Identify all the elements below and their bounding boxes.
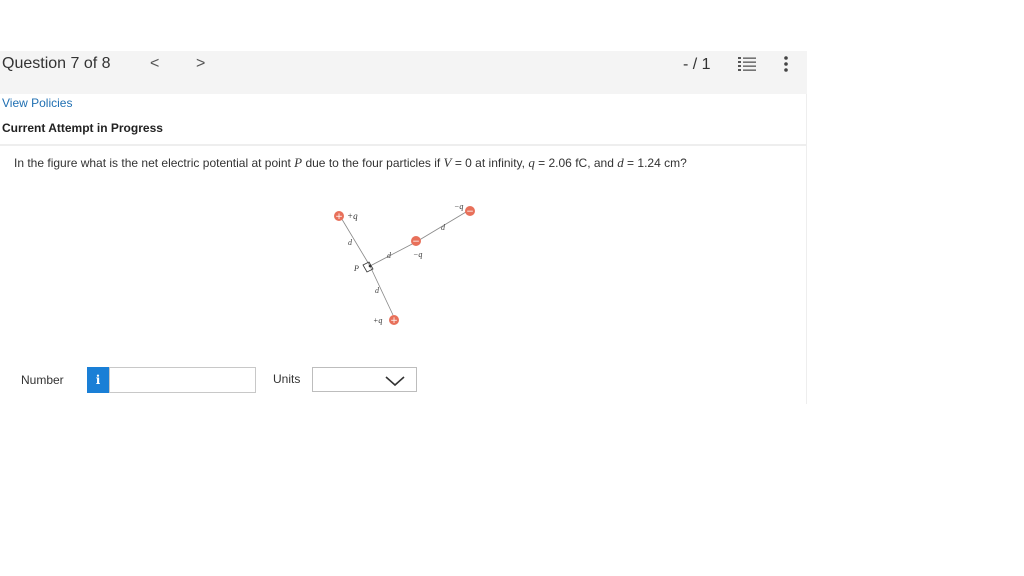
svg-text:+q: +q [373,316,382,325]
d-label-lower: d [375,286,380,295]
point-p-marker [368,264,372,268]
svg-text:+q: +q [347,211,358,221]
view-policies-link[interactable]: View Policies [2,96,72,110]
question-counter: Question 7 of 8 [2,55,111,72]
previous-question-button[interactable]: < [150,55,159,73]
upper-left-arm [339,215,371,267]
point-p-label: P [353,264,359,273]
charge-minus-q-middle: − −q [411,236,422,259]
score-display: - / 1 [683,56,711,73]
charge-plus-q-bottom: + +q [373,315,399,326]
number-label: Number [21,373,64,387]
units-label: Units [273,372,301,386]
right-angle-marker [362,261,374,273]
chevron-down-icon [385,376,405,387]
svg-text:−: − [466,207,474,217]
charge-plus-q-top: + +q [334,211,358,222]
d-label-upper: d [348,238,353,247]
charges-figure: + +q − −q − −q + +q d d d d P [334,202,475,326]
middle-arm [369,241,417,267]
number-input[interactable] [109,367,256,393]
attempt-info-panel [0,94,807,404]
svg-text:−: − [412,237,420,247]
divider [0,144,807,146]
svg-text:−q: −q [454,202,463,211]
svg-text:+: + [390,316,398,326]
units-dropdown[interactable] [312,367,417,392]
more-vertical-icon[interactable] [782,55,790,73]
question-text: In the figure what is the net electric p… [14,155,687,170]
charge-minus-q-right: − −q [454,202,475,217]
svg-text:−q: −q [413,250,422,259]
lower-arm [369,265,394,316]
d-label-middle: d [387,251,392,260]
svg-text:+: + [335,212,343,222]
list-icon[interactable] [738,56,756,72]
attempt-status: Current Attempt in Progress [2,121,163,135]
info-button[interactable]: i [87,367,109,393]
next-question-button[interactable]: > [196,55,205,73]
